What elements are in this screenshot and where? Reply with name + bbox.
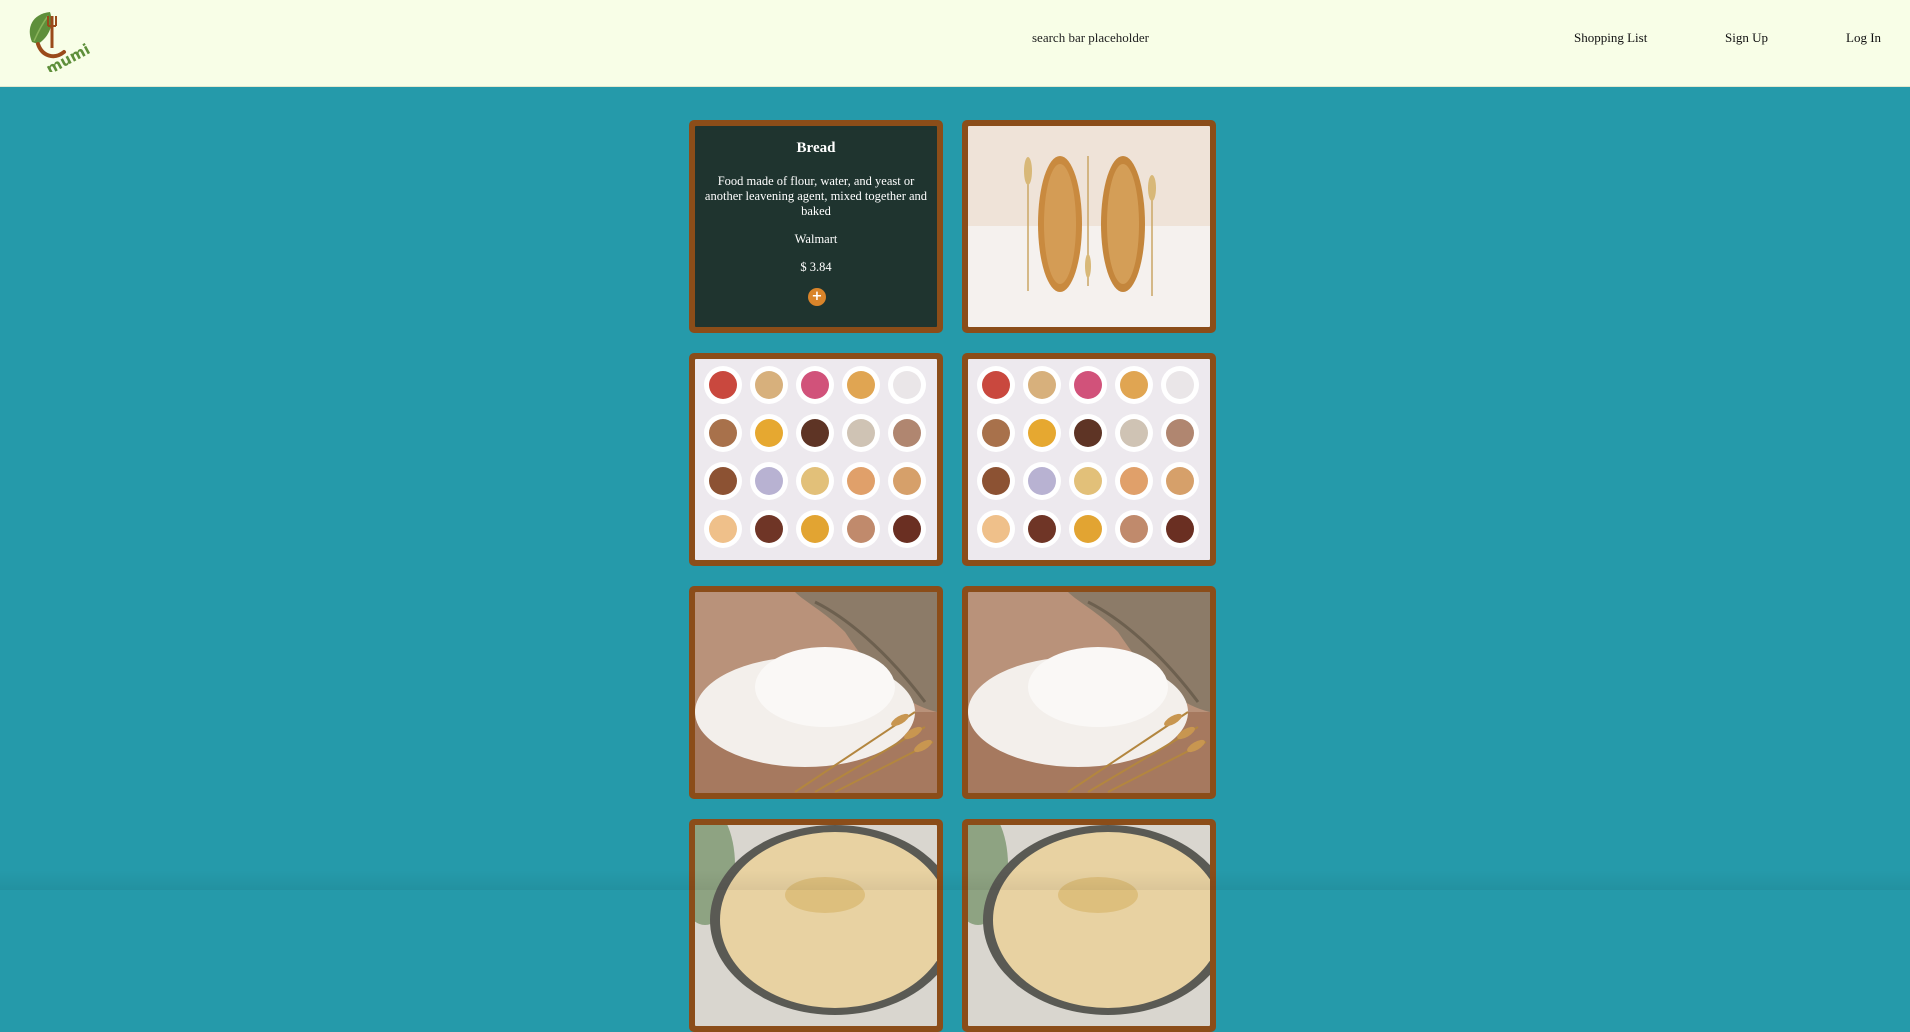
- flour-sack-image: [968, 592, 1210, 793]
- cereal-bowls-image: [695, 359, 937, 560]
- product-name: Bread: [796, 140, 836, 156]
- product-card[interactable]: [689, 353, 943, 566]
- navbar: mumi search bar placeholder Shopping Lis…: [0, 0, 1910, 87]
- mumi-logo[interactable]: mumi: [24, 8, 93, 78]
- product-card[interactable]: [962, 586, 1216, 799]
- product-card[interactable]: [962, 120, 1216, 333]
- product-description: Food made of flour, water, and yeast or …: [704, 174, 928, 218]
- product-card[interactable]: [962, 819, 1216, 1032]
- nav-shopping-list-link[interactable]: Shopping List: [1574, 30, 1647, 46]
- product-card[interactable]: [689, 819, 943, 1032]
- product-price: $ 3.84: [800, 260, 832, 274]
- product-card[interactable]: [962, 353, 1216, 566]
- add-to-list-button[interactable]: +: [808, 288, 826, 306]
- search-bar-placeholder[interactable]: search bar placeholder: [1032, 30, 1149, 46]
- product-card[interactable]: [689, 586, 943, 799]
- product-info-panel: Bread Food made of flour, water, and yea…: [695, 126, 937, 327]
- porridge-bowl-image: [968, 825, 1210, 1026]
- bread-loaves-image: [968, 126, 1210, 327]
- cereal-bowls-image: [968, 359, 1210, 560]
- product-store: Walmart: [794, 232, 838, 246]
- bottom-fade: [0, 870, 1910, 890]
- flour-sack-image: [695, 592, 937, 793]
- plus-icon: +: [811, 289, 823, 304]
- porridge-bowl-image: [695, 825, 937, 1026]
- nav-log-in-link[interactable]: Log In: [1846, 30, 1881, 46]
- nav-sign-up-link[interactable]: Sign Up: [1725, 30, 1768, 46]
- product-info-card: Bread Food made of flour, water, and yea…: [689, 120, 943, 333]
